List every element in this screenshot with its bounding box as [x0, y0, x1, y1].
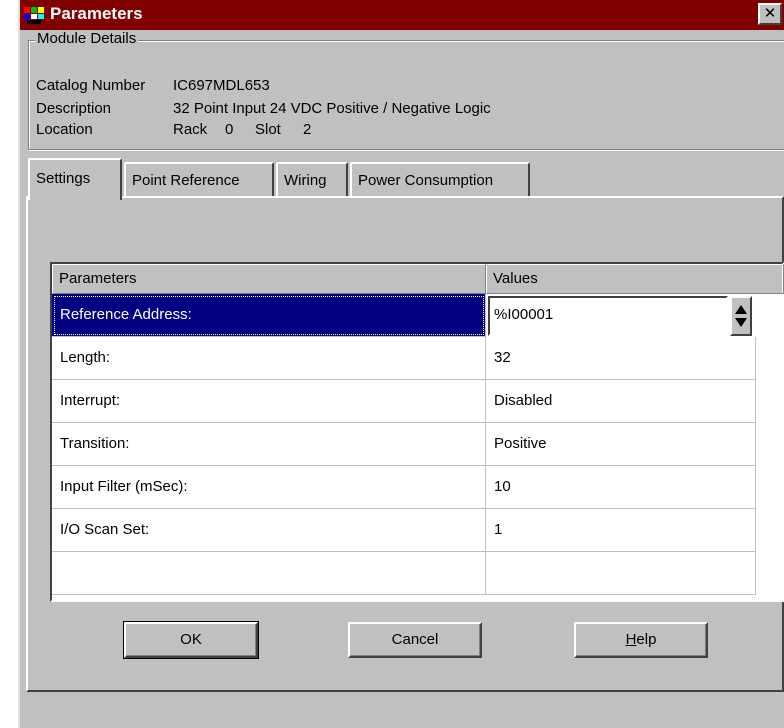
tab-power-consumption-label: Power Consumption — [358, 172, 494, 189]
spin-down-icon[interactable] — [735, 318, 747, 327]
param-length[interactable]: Length: — [52, 337, 486, 380]
slot-label: Slot — [255, 121, 281, 138]
module-details-group: Module Details Catalog Number IC697MDL65… — [28, 30, 784, 150]
rack-value: 0 — [225, 121, 234, 138]
value-io-scan-set[interactable]: 1 — [486, 509, 756, 552]
value-interrupt[interactable]: Disabled — [486, 380, 756, 423]
table-row[interactable]: Transition: Positive — [52, 423, 782, 466]
tab-point-reference-label: Point Reference — [132, 172, 240, 189]
spinner-arrows-icon[interactable] — [730, 296, 752, 336]
column-header-values[interactable]: Values — [486, 264, 784, 294]
parameters-grid: Parameters Values Reference Address: %I0… — [50, 262, 784, 602]
value-input-filter[interactable]: 10 — [486, 466, 756, 509]
slot-value: 2 — [303, 121, 312, 138]
catalog-number-value: IC697MDL653 — [173, 77, 270, 94]
table-row[interactable]: Input Filter (mSec): 10 — [52, 466, 782, 509]
catalog-number-label: Catalog Number — [36, 77, 146, 94]
param-reference-address[interactable]: Reference Address: — [52, 294, 486, 337]
cancel-button[interactable]: Cancel — [348, 622, 482, 658]
tab-point-reference[interactable]: Point Reference — [124, 162, 274, 196]
rack-label: Rack — [173, 121, 208, 138]
param-io-scan-set[interactable]: I/O Scan Set: — [52, 509, 486, 552]
param-transition[interactable]: Transition: — [52, 423, 486, 466]
module-details-label: Module Details — [35, 30, 139, 47]
tab-settings[interactable]: Settings — [28, 158, 122, 200]
value-length[interactable]: 32 — [486, 337, 756, 380]
table-row[interactable]: Reference Address: %I00001 — [52, 294, 782, 337]
table-row[interactable]: I/O Scan Set: 1 — [52, 509, 782, 552]
location-label: Location — [36, 121, 93, 138]
help-button[interactable]: Help — [574, 622, 708, 658]
empty-param-cell — [52, 552, 486, 595]
grid-header: Parameters Values — [52, 264, 784, 294]
reference-address-input[interactable]: %I00001 — [488, 296, 728, 336]
close-button[interactable]: ✕ — [758, 3, 782, 25]
tab-wiring[interactable]: Wiring — [276, 162, 348, 196]
parameters-window: Parameters ✕ Module Details Catalog Numb… — [18, 0, 784, 728]
table-row[interactable]: Length: 32 — [52, 337, 782, 380]
window-title: Parameters — [50, 4, 143, 23]
description-value: 32 Point Input 24 VDC Positive / Negativ… — [173, 100, 491, 117]
spin-up-icon[interactable] — [735, 305, 747, 314]
parameters-app-icon — [24, 7, 44, 24]
empty-value-cell — [486, 552, 756, 595]
value-transition[interactable]: Positive — [486, 423, 756, 466]
tab-wiring-label: Wiring — [284, 172, 327, 189]
ok-button[interactable]: OK — [123, 621, 259, 659]
close-icon: ✕ — [763, 4, 777, 22]
tab-settings-label: Settings — [36, 170, 91, 187]
table-row-empty — [52, 552, 782, 595]
tab-power-consumption[interactable]: Power Consumption — [350, 162, 530, 196]
title-bar[interactable]: Parameters ✕ — [20, 0, 784, 30]
param-input-filter[interactable]: Input Filter (mSec): — [52, 466, 486, 509]
param-interrupt[interactable]: Interrupt: — [52, 380, 486, 423]
column-header-parameters[interactable]: Parameters — [52, 264, 486, 294]
description-label: Description — [36, 100, 112, 117]
table-row[interactable]: Interrupt: Disabled — [52, 380, 782, 423]
